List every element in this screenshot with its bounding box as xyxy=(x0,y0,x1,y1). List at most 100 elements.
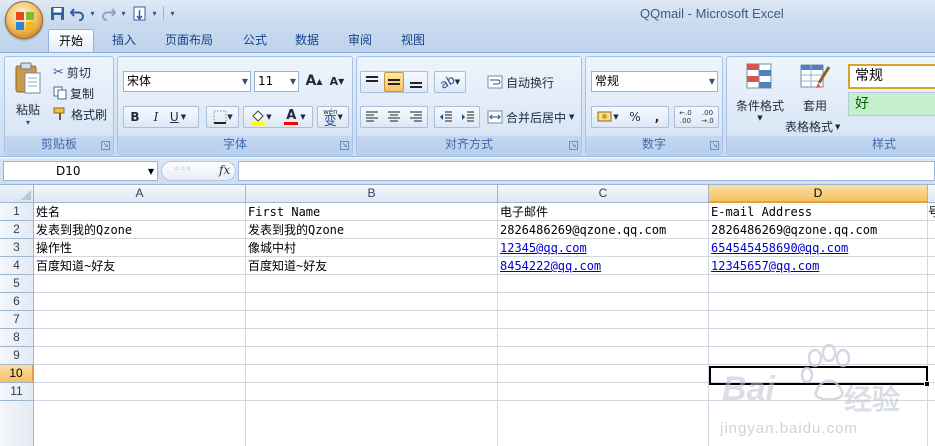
font-color-glyph: A xyxy=(286,107,297,123)
cell-b4[interactable]: 百度知道~好友 xyxy=(246,257,327,275)
row-header-3[interactable]: 3 xyxy=(0,239,34,257)
cell-e1[interactable]: 号 xyxy=(928,203,935,221)
formula-input[interactable] xyxy=(238,161,935,181)
conditional-format-button[interactable]: 条件格式 ▼ xyxy=(731,61,789,133)
wrap-text-icon xyxy=(487,75,503,89)
font-size-combo[interactable]: 11 ▼ xyxy=(254,71,299,92)
cell-c3-link[interactable]: 12345@qq.com xyxy=(498,239,587,257)
tab-insert[interactable]: 插入 xyxy=(102,29,146,52)
align-left-button[interactable] xyxy=(362,107,382,127)
fill-color-button[interactable]: ▼ xyxy=(245,107,277,127)
italic-button[interactable]: I xyxy=(146,107,166,127)
select-all-button[interactable] xyxy=(0,185,34,203)
style-normal-swatch[interactable]: 常规 xyxy=(848,64,935,89)
align-bottom-button[interactable] xyxy=(406,72,426,92)
chevron-down-icon: ▼ xyxy=(180,113,187,121)
row-header-8[interactable]: 8 xyxy=(0,329,34,347)
clipboard-dialog-launcher-icon[interactable]: ↘ xyxy=(101,141,110,150)
decrease-decimal-button[interactable]: .00 →.0 xyxy=(697,107,718,127)
decrease-indent-button[interactable] xyxy=(436,107,456,127)
resize-handle-icon[interactable]: ◦◦◦ xyxy=(174,164,192,175)
accounting-format-button[interactable]: ▼ xyxy=(593,107,623,127)
comma-button[interactable]: , xyxy=(647,107,667,127)
row-header-1[interactable]: 1 xyxy=(0,203,34,221)
bold-button[interactable]: B xyxy=(125,107,145,127)
row-header-5[interactable]: 5 xyxy=(0,275,34,293)
office-button[interactable] xyxy=(5,1,43,39)
insert-function-button[interactable]: fx xyxy=(219,163,230,177)
column-header-b[interactable]: B xyxy=(246,185,498,203)
font-name-combo[interactable]: 宋体 ▼ xyxy=(123,71,251,92)
column-header-d[interactable]: D xyxy=(709,185,928,203)
alignment-dialog-launcher-icon[interactable]: ↘ xyxy=(569,141,578,150)
wrap-text-button[interactable]: 自动换行 xyxy=(487,73,554,91)
copy-button[interactable]: 复制 xyxy=(53,84,94,102)
worksheet-grid[interactable]: A B C D 1 2 3 4 5 6 7 8 9 10 11 姓名 First… xyxy=(0,185,935,446)
align-center-button[interactable] xyxy=(384,107,404,127)
cell-a2[interactable]: 发表到我的Qzone xyxy=(34,221,132,239)
cell-c2[interactable]: 2826486269@qzone.qq.com xyxy=(498,221,666,239)
cell-d3-link[interactable]: 654545458690@qq.com xyxy=(709,239,848,257)
tab-home[interactable]: 开始 xyxy=(48,29,94,52)
row-header-7[interactable]: 7 xyxy=(0,311,34,329)
tab-review[interactable]: 审阅 xyxy=(338,29,382,52)
font-dialog-launcher-icon[interactable]: ↘ xyxy=(340,141,349,150)
name-box[interactable]: D10 ▼ xyxy=(3,161,158,181)
increase-indent-button[interactable] xyxy=(458,107,478,127)
cut-button[interactable]: ✂ 剪切 xyxy=(53,63,91,81)
increase-decimal-button[interactable]: ←.0 .00 xyxy=(675,107,696,127)
column-header-e[interactable] xyxy=(928,185,935,203)
border-button[interactable]: ▼ xyxy=(208,107,238,127)
cell-b1[interactable]: First Name xyxy=(246,203,320,221)
format-as-table-label-2: 表格格式 ▼ xyxy=(785,118,840,135)
row-header-4[interactable]: 4 xyxy=(0,257,34,275)
tab-view[interactable]: 视图 xyxy=(391,29,435,52)
font-color-button[interactable]: A ▼ xyxy=(279,107,311,127)
cell-d2[interactable]: 2826486269@qzone.qq.com xyxy=(709,221,877,239)
percent-button[interactable]: % xyxy=(625,107,645,127)
tab-formulas[interactable]: 公式 xyxy=(233,29,277,52)
merge-center-button[interactable]: 合并后居中 ▼ xyxy=(487,108,574,126)
style-good-swatch[interactable]: 好 xyxy=(848,92,935,116)
paste-button[interactable]: 粘贴 ▾ xyxy=(11,61,45,133)
tab-page-layout[interactable]: 页面布局 xyxy=(158,29,220,52)
cell-a4[interactable]: 百度知道~好友 xyxy=(34,257,115,275)
grow-font-button[interactable]: A ▲ xyxy=(303,71,325,91)
column-header-a[interactable]: A xyxy=(34,185,246,203)
active-cell-d10[interactable] xyxy=(709,366,928,385)
row-header-2[interactable]: 2 xyxy=(0,221,34,239)
number-dialog-launcher-icon[interactable]: ↘ xyxy=(710,141,719,150)
paste-dropdown-icon[interactable]: ▾ xyxy=(26,118,30,127)
format-painter-button[interactable]: 格式刷 xyxy=(53,105,107,123)
number-group: 常规 ▼ ▼ % , ←.0 .00 .00 →.0 数字 ↘ xyxy=(585,56,723,155)
phonetic-guide-button[interactable]: wén 变 ▼ xyxy=(318,107,348,128)
underline-button[interactable]: U ▼ xyxy=(168,107,188,127)
align-middle-button[interactable] xyxy=(384,72,404,92)
alignment-group-label: 对齐方式 xyxy=(357,136,581,153)
cell-d1[interactable]: E-mail Address xyxy=(709,203,812,221)
cell-a3[interactable]: 操作性 xyxy=(34,239,72,257)
number-format-combo[interactable]: 常规 ▼ xyxy=(591,71,718,92)
cell-a1[interactable]: 姓名 xyxy=(34,203,60,221)
tab-data[interactable]: 数据 xyxy=(285,29,329,52)
align-right-button[interactable] xyxy=(406,107,426,127)
shrink-font-button[interactable]: A ▼ xyxy=(326,71,348,91)
column-header-c[interactable]: C xyxy=(498,185,709,203)
row-header-10[interactable]: 10 xyxy=(0,365,34,383)
row-header-11[interactable]: 11 xyxy=(0,383,34,401)
orientation-icon: ab xyxy=(437,72,458,92)
cell-b3[interactable]: 像城中村 xyxy=(246,239,296,257)
cell-c4-link[interactable]: 8454222@qq.com xyxy=(498,257,601,275)
align-top-button[interactable] xyxy=(362,72,382,92)
underline-label: U xyxy=(169,110,179,124)
row-header-9[interactable]: 9 xyxy=(0,347,34,365)
format-as-table-button[interactable]: 套用 表格格式 ▼ xyxy=(785,61,843,135)
fill-handle[interactable] xyxy=(924,381,930,387)
cell-c1[interactable]: 电子邮件 xyxy=(498,203,548,221)
row-header-6[interactable]: 6 xyxy=(0,293,34,311)
cell-d4-link[interactable]: 12345657@qq.com xyxy=(709,257,819,275)
gridline xyxy=(34,400,935,401)
cell-b2[interactable]: 发表到我的Qzone xyxy=(246,221,344,239)
align-right-icon xyxy=(410,111,422,122)
orientation-button[interactable]: ab ▼ xyxy=(435,72,465,92)
